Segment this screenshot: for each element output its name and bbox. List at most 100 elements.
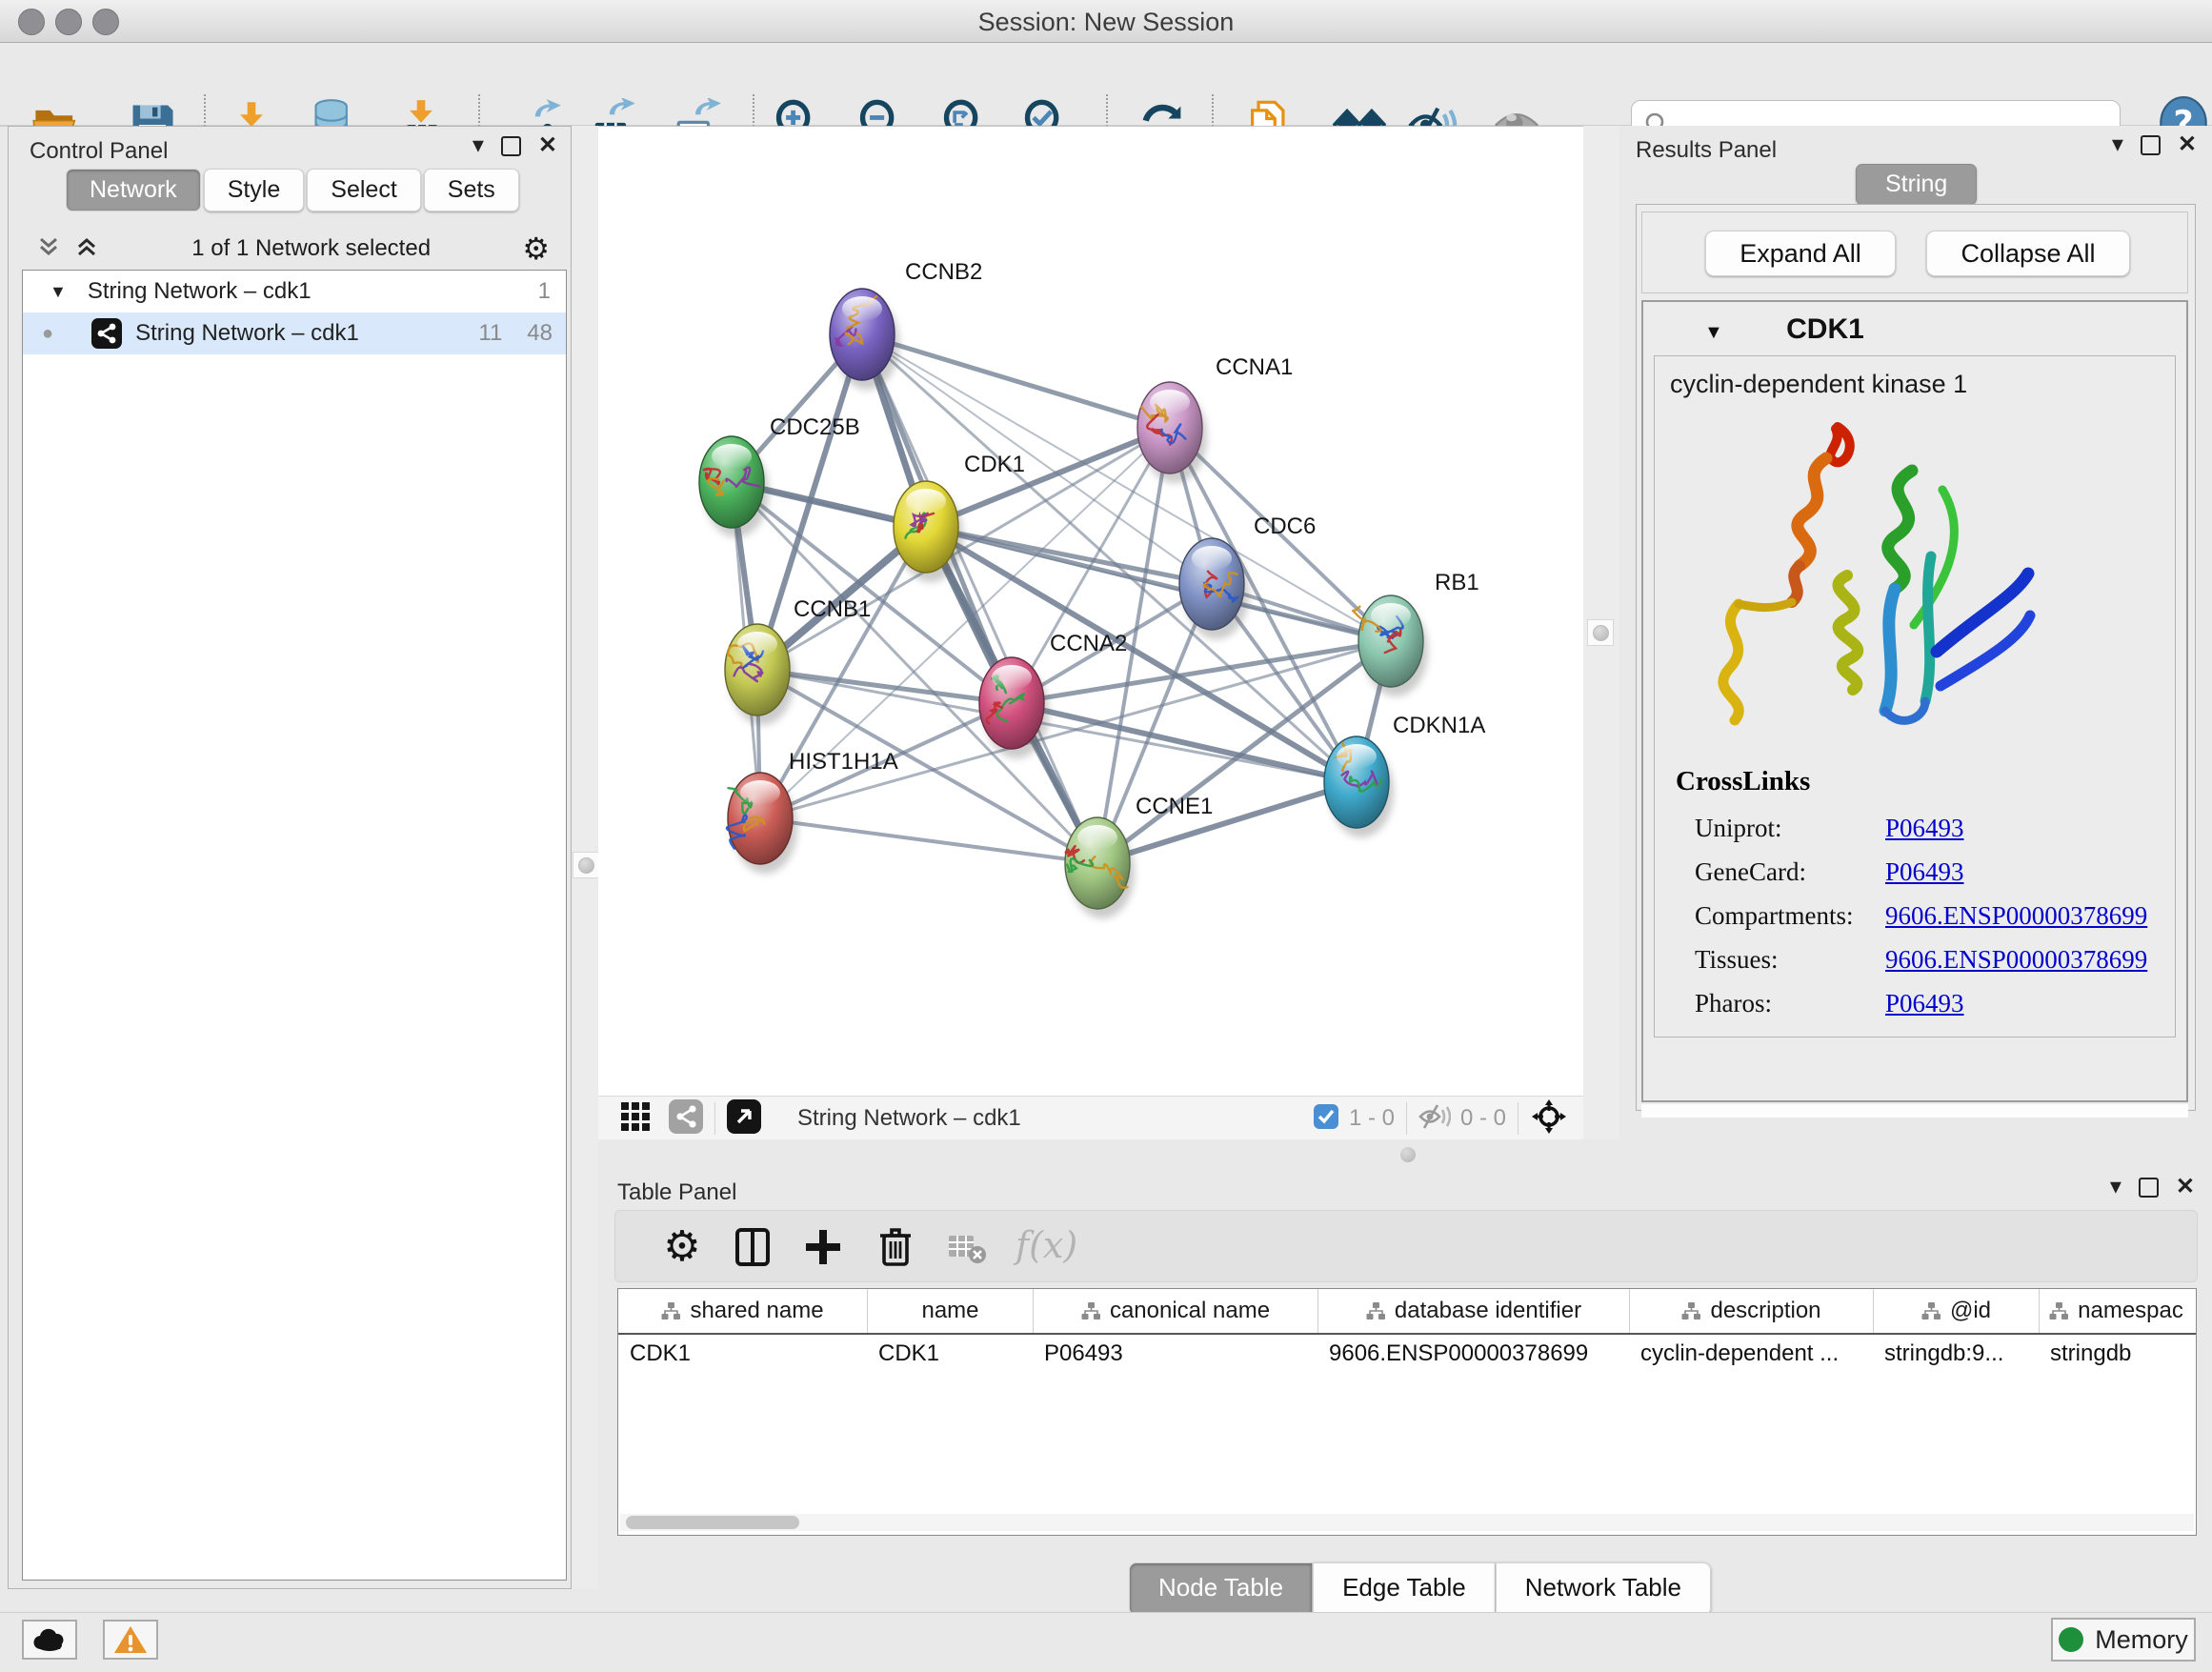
collapse-all-networks-icon[interactable]	[35, 233, 62, 265]
network-node-HIST1H1A[interactable]	[727, 773, 797, 874]
add-column-icon[interactable]	[800, 1224, 846, 1270]
birds-eye-view-icon[interactable]	[1530, 1098, 1568, 1140]
memory-button[interactable]: Memory	[2051, 1618, 2196, 1662]
table-cell[interactable]: CDK1	[618, 1340, 867, 1367]
crosslink-value-link[interactable]: P06493	[1885, 857, 1964, 887]
cloud-status-button[interactable]	[22, 1620, 77, 1660]
hidden-eye-slash-icon	[1418, 1102, 1451, 1136]
panel-float-icon[interactable]	[2139, 1178, 2159, 1198]
network-edge[interactable]	[760, 818, 1097, 863]
network-node-CDKN1A[interactable]	[1324, 736, 1394, 837]
panel-menu-icon[interactable]: ▾	[473, 134, 484, 157]
table-cell[interactable]: CDK1	[867, 1340, 1033, 1367]
panel-float-icon[interactable]	[2141, 135, 2161, 155]
crosslinks-list: Uniprot:P06493GeneCard:P06493Compartment…	[1695, 806, 2162, 1025]
crosslink-label: Pharos:	[1695, 989, 1885, 1018]
network-node-CCNB2[interactable]	[830, 289, 899, 390]
network-edge[interactable]	[862, 334, 1097, 863]
tab-style[interactable]: Style	[204, 169, 305, 212]
column-header-shared-name[interactable]: shared name	[618, 1289, 867, 1333]
grid-view-icon[interactable]	[619, 1100, 652, 1138]
separator	[714, 1102, 715, 1135]
tab-sets[interactable]: Sets	[424, 169, 519, 212]
entry-collapse-icon[interactable]: ▼	[1704, 322, 1723, 343]
expand-all-networks-icon[interactable]	[73, 233, 100, 265]
network-tree: ▼ String Network – cdk1 1 ● String Netwo…	[22, 270, 567, 1581]
network-selection-status: 1 of 1 Network selected	[100, 235, 522, 262]
delete-column-icon[interactable]	[873, 1224, 918, 1270]
selected-checkbox-icon[interactable]	[1313, 1103, 1339, 1135]
crosslink-value-link[interactable]: 9606.ENSP00000378699	[1885, 945, 2147, 975]
control-panel-title: Control Panel	[30, 138, 168, 165]
network-graph: CCNB2CCNA1CDC25BCDK1CDC6RB1CCNB1CCNA2CDK…	[598, 127, 1583, 1097]
show-columns-icon[interactable]	[730, 1224, 775, 1270]
column-header-label: namespac	[2078, 1298, 2183, 1324]
detach-view-icon[interactable]	[727, 1099, 761, 1138]
panel-menu-icon[interactable]: ▾	[2110, 1176, 2122, 1199]
panel-menu-icon[interactable]: ▾	[2112, 133, 2123, 156]
hidden-counts: 0 - 0	[1460, 1105, 1506, 1132]
column-header-name[interactable]: name	[867, 1289, 1033, 1333]
column-header-label: canonical name	[1110, 1298, 1270, 1324]
table-cell[interactable]: stringdb:9...	[1873, 1340, 2039, 1367]
scrollbar-thumb[interactable]	[626, 1516, 799, 1529]
node-table: shared name name canonical name database id…	[617, 1288, 2197, 1536]
results-content: Expand All Collapse All ▼ CDK1 cyclin-de…	[1636, 204, 2196, 1111]
collapse-all-button[interactable]: Collapse All	[1926, 231, 2130, 276]
left-splitter[interactable]	[572, 126, 598, 1589]
network-node-CCNB1[interactable]	[725, 624, 794, 725]
crosslink-value-link[interactable]: P06493	[1885, 989, 1964, 1018]
panel-close-icon[interactable]: ✕	[538, 134, 557, 157]
table-cell[interactable]: 9606.ENSP00000378699	[1317, 1340, 1629, 1367]
network-node-CCNE1[interactable]	[1065, 817, 1135, 918]
network-canvas[interactable]: CCNB2CCNA1CDC25BCDK1CDC6RB1CCNB1CCNA2CDK…	[598, 126, 1583, 1097]
column-header-database-identifier[interactable]: database identifier	[1317, 1289, 1629, 1333]
network-collection-label: String Network – cdk1	[88, 278, 312, 305]
network-edge[interactable]	[1012, 703, 1357, 782]
node-label: CCNB2	[905, 259, 982, 285]
table-cell[interactable]: stringdb	[2039, 1340, 2193, 1367]
panel-close-icon[interactable]: ✕	[2178, 133, 2197, 156]
network-view-share-icon[interactable]	[669, 1099, 703, 1138]
network-options-gear-icon[interactable]: ⚙	[522, 231, 550, 267]
network-row-selected[interactable]: ● String Network – cdk1 11 48	[23, 312, 566, 354]
horizontal-splitter[interactable]	[598, 1139, 2212, 1170]
status-bar: Memory	[0, 1612, 2212, 1672]
tab-edge-table[interactable]: Edge Table	[1313, 1562, 1496, 1616]
tree-expanded-icon[interactable]: ▼	[50, 282, 67, 302]
table-cell[interactable]: cyclin-dependent ...	[1629, 1340, 1873, 1367]
table-row[interactable]: CDK1CDK1P064939606.ENSP00000378699cyclin…	[618, 1335, 2196, 1373]
panel-close-icon[interactable]: ✕	[2176, 1176, 2195, 1199]
splitter-handle-icon[interactable]	[1400, 1147, 1416, 1162]
tab-node-table[interactable]: Node Table	[1129, 1562, 1313, 1616]
splitter-handle-icon[interactable]	[1593, 625, 1609, 641]
table-toolbar: ⚙ f(x)	[614, 1210, 2198, 1282]
network-collection-row[interactable]: ▼ String Network – cdk1 1	[23, 271, 566, 312]
tab-network[interactable]: Network	[66, 169, 201, 212]
warnings-button[interactable]	[103, 1620, 158, 1660]
crosslink-value-link[interactable]: P06493	[1885, 814, 1964, 843]
column-header--id[interactable]: @id	[1873, 1289, 2039, 1333]
current-network-dot-icon: ●	[42, 323, 53, 345]
crosslink-value-link[interactable]: 9606.ENSP00000378699	[1885, 901, 2147, 931]
table-settings-gear-icon[interactable]: ⚙	[659, 1224, 705, 1270]
tab-network-table[interactable]: Network Table	[1496, 1562, 1711, 1616]
column-header-namespac[interactable]: namespac	[2039, 1289, 2193, 1333]
table-hscrollbar[interactable]	[620, 1514, 2194, 1531]
network-edge[interactable]	[862, 334, 1170, 428]
results-panel-title: Results Panel	[1636, 137, 1777, 164]
tab-string[interactable]: String	[1856, 164, 1977, 205]
expand-all-button[interactable]: Expand All	[1705, 231, 1896, 276]
splitter-handle-icon[interactable]	[578, 857, 594, 874]
network-node-CCNA2[interactable]	[979, 657, 1049, 758]
crosslink-label: Compartments:	[1695, 901, 1885, 931]
column-header-label: shared name	[690, 1298, 823, 1324]
panel-float-icon[interactable]	[501, 136, 521, 156]
table-cell[interactable]: P06493	[1033, 1340, 1317, 1367]
column-header-canonical-name[interactable]: canonical name	[1033, 1289, 1317, 1333]
results-scrollbar[interactable]	[1641, 1104, 2188, 1118]
network-node-RB1[interactable]	[1352, 595, 1428, 696]
right-splitter[interactable]	[1583, 126, 1619, 1139]
tab-select[interactable]: Select	[307, 169, 420, 212]
column-header-description[interactable]: description	[1629, 1289, 1873, 1333]
